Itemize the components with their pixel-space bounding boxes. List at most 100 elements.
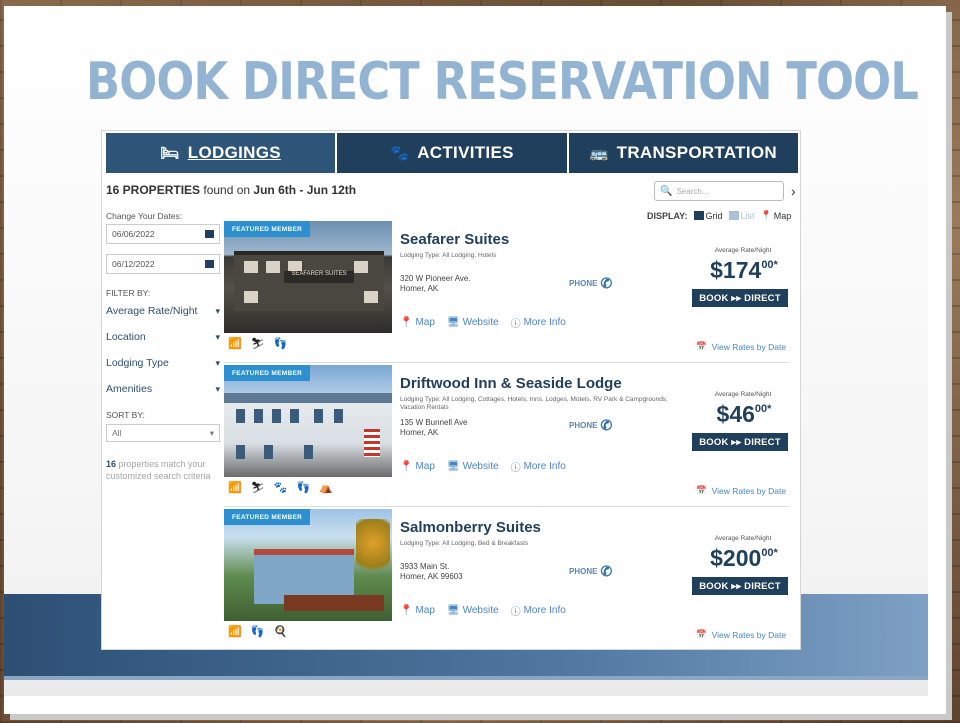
phone-label: PHONE (569, 279, 598, 288)
book-direct-button[interactable]: BOOK ▸▸ DIRECT (692, 577, 788, 595)
price-cents: 00* (761, 259, 778, 271)
phone-link[interactable]: PHONE ✆ (569, 417, 612, 434)
view-rates-link[interactable]: 📅 View Rates by Date (696, 341, 786, 352)
tab-label: ACTIVITIES (417, 143, 514, 162)
website-link[interactable]: 🖥 Website (447, 459, 499, 474)
listing-links: 📍 Map 🖥 Website ⓘ More Info (400, 459, 566, 474)
phone-link[interactable]: PHONE ✆ (569, 275, 612, 292)
rate-label: Average Rate/Night (714, 391, 772, 398)
more-info-link[interactable]: ⓘ More Info (511, 315, 566, 330)
match-summary: 16 properties match your customized sear… (106, 458, 220, 482)
bed-icon: 🛏 (160, 145, 180, 162)
more-info-link-label: More Info (523, 317, 566, 328)
phone-link[interactable]: PHONE ✆ (569, 563, 612, 580)
map-link[interactable]: 📍 Map (400, 603, 435, 618)
tab-activities[interactable]: 🐾 ACTIVITIES (337, 133, 569, 173)
property-name[interactable]: Salmonberry Suites (400, 519, 541, 536)
property-name[interactable]: Seafarer Suites (400, 231, 509, 248)
monitor-icon: 🖥 (446, 461, 460, 472)
display-list-label: List (740, 210, 755, 221)
view-rates-label: View Rates by Date (711, 629, 787, 640)
view-rates-link[interactable]: 📅 View Rates by Date (696, 485, 786, 496)
filter-amenities[interactable]: Amenities ▾ (106, 376, 220, 402)
lodging-type: Lodging Type: All Lodging, Cottages, Hot… (400, 396, 668, 411)
start-date-field[interactable]: 06/06/2022 (106, 224, 220, 244)
more-info-link-label: More Info (523, 461, 566, 472)
chevron-down-icon: ▾ (215, 305, 220, 316)
view-rates-link[interactable]: 📅 View Rates by Date (696, 629, 786, 640)
book-direct-button[interactable]: BOOK ▸▸ DIRECT (692, 289, 788, 307)
website-link[interactable]: 🖥 Website (447, 315, 499, 330)
more-info-link[interactable]: ⓘ More Info (511, 603, 566, 618)
search-placeholder: Search... (676, 186, 709, 196)
display-label: DISPLAY: (647, 210, 688, 221)
property-photo[interactable]: FEATURED MEMBER (224, 365, 392, 477)
search-input[interactable]: 🔍 Search... (654, 181, 784, 201)
price-main: $200 (710, 545, 762, 571)
map-link[interactable]: 📍 Map (400, 459, 435, 474)
filter-label: Lodging Type (106, 357, 169, 369)
info-icon: ⓘ (510, 463, 521, 474)
end-date-field[interactable]: 06/12/2022 (106, 254, 220, 274)
sort-select[interactable]: All ▾ (106, 424, 220, 442)
address-line-2: Homer, AK (400, 428, 439, 437)
phone-icon: ✆ (600, 417, 613, 433)
more-info-link-label: More Info (523, 605, 566, 616)
search-icon: 🔍 (660, 185, 673, 197)
property-name[interactable]: Driftwood Inn & Seaside Lodge (400, 375, 622, 392)
tab-lodgings[interactable]: 🛏 LODGINGS (106, 133, 338, 173)
property-photo[interactable]: FEATURED MEMBER (224, 509, 392, 621)
calendar-icon: 📅 (696, 629, 707, 639)
book-direct-button[interactable]: BOOK ▸▸ DIRECT (692, 433, 788, 451)
results-found-text: found on (200, 183, 254, 197)
photo-art (224, 509, 392, 621)
transport-icon: 🚌 (589, 145, 609, 162)
website-link[interactable]: 🖥 Website (447, 603, 499, 618)
start-date-value: 06/06/2022 (112, 229, 155, 239)
activities-icon: 🐾 (390, 145, 410, 162)
slide-canvas: BOOK DIRECT RESERVATION TOOL 🛏 LODGINGS … (4, 6, 928, 696)
tab-label: TRANSPORTATION (616, 143, 777, 162)
display-map-button[interactable]: 📍 Map (761, 210, 792, 221)
monitor-icon: 🖥 (446, 605, 460, 616)
match-count: 16 (106, 459, 117, 469)
flag (364, 429, 380, 457)
sort-value: All (112, 428, 122, 438)
rate-label: Average Rate/Night (714, 535, 772, 542)
info-icon: ⓘ (510, 607, 521, 618)
price-cents: 00* (754, 403, 772, 415)
listing-card: FEATURED MEMBER 📶 ⛷ 🐾 👣 ⛺ Driftwood Inn … (224, 365, 790, 507)
website-link-label: Website (462, 461, 499, 472)
listing-links: 📍 Map 🖥 Website ⓘ More Info (400, 315, 566, 330)
display-grid-button[interactable]: Grid (693, 210, 723, 221)
calendar-icon (205, 230, 214, 238)
phone-label: PHONE (569, 421, 598, 430)
filter-average-rate[interactable]: Average Rate/Night ▾ (106, 298, 220, 324)
chevron-down-icon: ▾ (215, 357, 220, 368)
filter-location[interactable]: Location ▾ (106, 324, 220, 350)
address-line-1: 320 W Pioneer Ave. (400, 274, 471, 283)
listing-card: FEATURED MEMBER 📶 👣 🍳 Salmonberry Suites… (224, 509, 790, 649)
lodging-type: Lodging Type: All Lodging, Bed & Breakfa… (400, 540, 529, 547)
property-photo[interactable]: FEATURED MEMBER SEAFARER SUITES (224, 221, 392, 333)
map-pin-icon: 📍 (400, 461, 413, 472)
display-grid-label: Grid (705, 210, 723, 221)
address-line-2: Homer, AK 99603 (400, 572, 463, 581)
address-line-1: 135 W Bunnell Ave (400, 418, 468, 427)
display-list-button[interactable]: List (728, 210, 755, 221)
chevron-right-icon[interactable]: › (791, 183, 796, 199)
grid-icon (693, 211, 704, 220)
filter-lodging-type[interactable]: Lodging Type ▾ (106, 350, 220, 376)
map-link[interactable]: 📍 Map (400, 315, 435, 330)
caret-down-icon: ▾ (209, 427, 214, 438)
map-pin-icon: 📍 (400, 317, 413, 328)
price-main: $46 (716, 401, 755, 427)
calendar-icon: 📅 (696, 485, 707, 495)
price: $17400* (694, 257, 794, 284)
more-info-link[interactable]: ⓘ More Info (511, 459, 566, 474)
map-link-label: Map (415, 317, 435, 328)
tab-transportation[interactable]: 🚌 TRANSPORTATION (569, 133, 798, 173)
filter-by-label: FILTER BY: (106, 288, 151, 298)
map-link-label: Map (415, 461, 435, 472)
featured-badge: FEATURED MEMBER (224, 509, 311, 525)
